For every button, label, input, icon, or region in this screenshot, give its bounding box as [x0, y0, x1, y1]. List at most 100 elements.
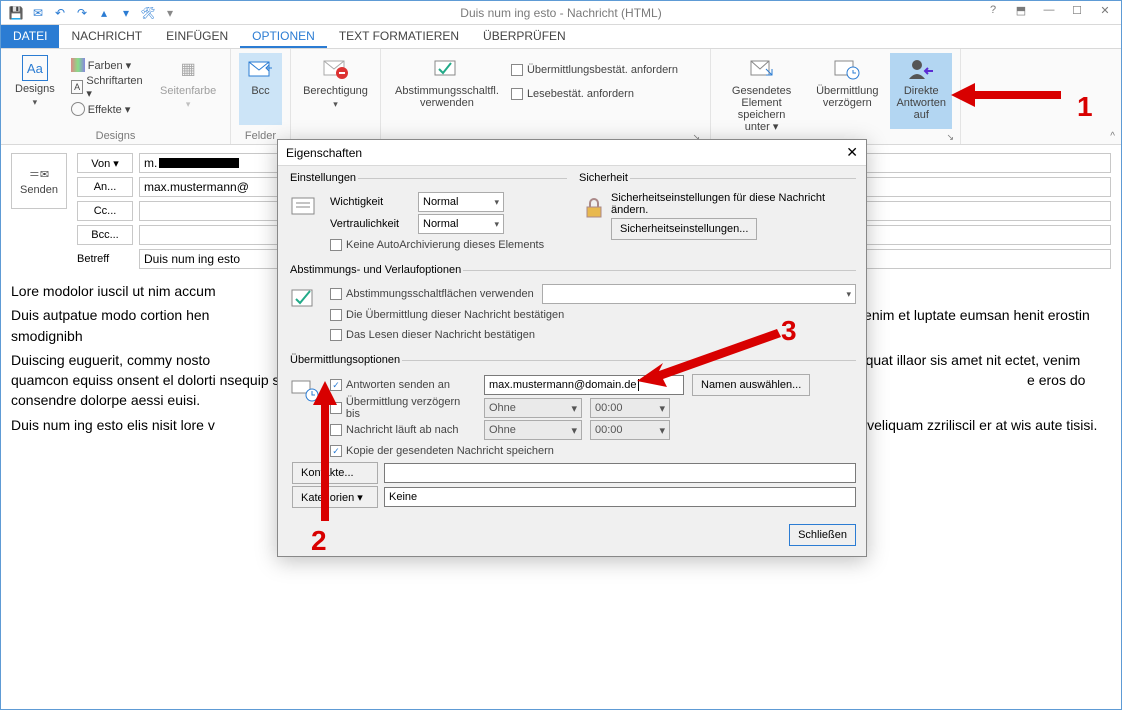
expire-time-select[interactable]: 00:00▾	[590, 420, 670, 440]
security-settings-button[interactable]: Sicherheitseinstellungen...	[611, 218, 757, 240]
annotation-number-3: 3	[781, 315, 797, 347]
chevron-down-icon: ▾	[659, 424, 665, 437]
titlebar: 💾 ✉ ↶ ↷ ▴ ▾ 🛠 ▾ Duis num ing esto - Nach…	[1, 1, 1121, 25]
importance-select[interactable]: Normal▾	[418, 192, 504, 212]
tab-ueberpruefen[interactable]: ÜBERPRÜFEN	[471, 25, 578, 48]
save-copy-checkbox[interactable]: ✓Kopie der gesendeten Nachricht speicher…	[330, 442, 554, 460]
collapse-ribbon-icon[interactable]: ^	[1110, 131, 1115, 142]
vote-icon	[433, 55, 461, 83]
read-receipt-checkbox[interactable]: Lesebestät. anfordern	[511, 85, 678, 103]
no-autoarchive-checkbox[interactable]: Keine AutoArchivierung dieses Elements	[330, 236, 544, 254]
expires-checkbox[interactable]: Nachricht läuft ab nach	[330, 421, 476, 439]
subject-label: Betreff	[77, 249, 133, 269]
categories-button[interactable]: Kategorien ▾	[292, 486, 378, 508]
designs-button[interactable]: Aa Designs ▾	[9, 53, 61, 119]
settings-icon	[288, 194, 322, 222]
seitenfarbe-button[interactable]: ▦ Seitenfarbe ▾	[154, 53, 222, 119]
tab-datei[interactable]: DATEI	[1, 25, 59, 48]
delivery-icon	[288, 376, 322, 404]
categories-input: Keine	[384, 487, 856, 507]
bcc-button[interactable]: Bcc	[239, 53, 282, 125]
permission-icon	[322, 55, 350, 83]
reply-to-checkbox[interactable]: ✓Antworten senden an	[330, 376, 476, 394]
cc-button[interactable]: Cc...	[77, 201, 133, 221]
group-launcher-icon[interactable]: ↘	[946, 132, 956, 142]
designs-icon: Aa	[22, 55, 48, 81]
dialog-close-icon[interactable]: ✕	[846, 144, 858, 161]
tab-einfuegen[interactable]: EINFÜGEN	[154, 25, 240, 48]
lock-icon	[577, 194, 611, 222]
tools-icon[interactable]: 🛠	[139, 4, 157, 22]
schriftarten-button[interactable]: ASchriftarten ▾	[67, 77, 148, 97]
delay-time-select[interactable]: 00:00▾	[590, 398, 670, 418]
tab-textformatieren[interactable]: TEXT FORMATIEREN	[327, 25, 471, 48]
delivery-confirm-checkbox[interactable]: Die Übermittlung dieser Nachricht bestät…	[330, 306, 564, 324]
effekte-button[interactable]: Effekte ▾	[67, 99, 148, 119]
delay-delivery-checkbox[interactable]: Übermittlung verzögern bis	[330, 399, 476, 417]
save-icon[interactable]: 💾	[7, 4, 25, 22]
undo-icon[interactable]: ↶	[51, 4, 69, 22]
delay-icon	[833, 55, 861, 83]
ribbon: Aa Designs ▾ Farben ▾ ASchriftarten ▾ Ef…	[1, 49, 1121, 145]
importance-label: Wichtigkeit	[330, 196, 410, 208]
settings-fieldset: Einstellungen Wichtigkeit Normal▾ Vertra…	[288, 172, 567, 258]
abstimmung-button[interactable]: Abstimmungsschaltfl. verwenden	[389, 53, 505, 111]
send-button[interactable]: ＝✉ Senden	[11, 153, 67, 209]
contacts-button[interactable]: Kontakte...	[292, 462, 378, 484]
close-icon[interactable]: ✕	[1095, 4, 1115, 17]
chevron-down-icon: ▾	[571, 424, 577, 437]
select-names-button[interactable]: Namen auswählen...	[692, 374, 810, 396]
farben-button[interactable]: Farben ▾	[67, 55, 148, 75]
voting-tracking-fieldset: Abstimmungs- und Verlaufoptionen Abstimm…	[288, 264, 856, 348]
security-fieldset: Sicherheit Sicherheitseinstellungen für …	[577, 172, 856, 258]
redacted-bar	[159, 158, 239, 168]
save-sent-icon	[748, 55, 776, 83]
sensitivity-select[interactable]: Normal▾	[418, 214, 504, 234]
group-felder: Bcc Felder	[231, 49, 291, 144]
redo-icon[interactable]: ↷	[73, 4, 91, 22]
send-envelope-icon: ＝✉	[29, 166, 49, 182]
tab-optionen[interactable]: OPTIONEN	[240, 25, 327, 48]
to-button[interactable]: An...	[77, 177, 133, 197]
read-confirm-checkbox[interactable]: Das Lesen dieser Nachricht bestätigen	[330, 326, 535, 344]
bcc-button[interactable]: Bcc...	[77, 225, 133, 245]
send-icon[interactable]: ✉	[29, 4, 47, 22]
annotation-number-1: 1	[1077, 91, 1093, 123]
qat-customize-icon[interactable]: ▾	[161, 4, 179, 22]
dialog-title: Eigenschaften	[286, 146, 362, 160]
from-button[interactable]: Von ▾	[77, 153, 133, 173]
contacts-input[interactable]	[384, 463, 856, 483]
direct-replies-icon	[907, 55, 935, 83]
fonts-icon: A	[71, 80, 84, 94]
expire-date-select[interactable]: Ohne▾	[484, 420, 582, 440]
chevron-down-icon: ▾	[659, 402, 665, 415]
tab-nachricht[interactable]: NACHRICHT	[59, 25, 154, 48]
ribbon-tabs: DATEI NACHRICHT EINFÜGEN OPTIONEN TEXT F…	[1, 25, 1121, 49]
window-controls: ? ⬒ — ☐ ✕	[983, 4, 1115, 17]
delay-date-select[interactable]: Ohne▾	[484, 398, 582, 418]
reply-to-input[interactable]: max.mustermann@domain.de	[484, 375, 684, 395]
dialog-titlebar: Eigenschaften ✕	[278, 140, 866, 166]
app-window: 💾 ✉ ↶ ↷ ▴ ▾ 🛠 ▾ Duis num ing esto - Nach…	[0, 0, 1122, 710]
group-weitere-optionen: Gesendetes Element speichern unter ▾ Übe…	[711, 49, 961, 144]
minimize-icon[interactable]: —	[1039, 4, 1059, 17]
delivery-receipt-checkbox[interactable]: Übermittlungsbestät. anfordern	[511, 61, 678, 79]
group-berechtigung: Berechtigung ▾	[291, 49, 381, 144]
save-sent-button[interactable]: Gesendetes Element speichern unter ▾	[719, 53, 804, 135]
down-icon[interactable]: ▾	[117, 4, 135, 22]
close-button[interactable]: Schließen	[789, 524, 856, 546]
voting-options-select[interactable]: ▾	[542, 284, 856, 304]
delay-delivery-button[interactable]: Übermittlung verzögern	[810, 53, 884, 135]
maximize-icon[interactable]: ☐	[1067, 4, 1087, 17]
up-icon[interactable]: ▴	[95, 4, 113, 22]
group-verlauf: Abstimmungsschaltfl. verwenden Übermittl…	[381, 49, 711, 144]
berechtigung-button[interactable]: Berechtigung ▾	[299, 53, 372, 112]
security-text: Sicherheitseinstellungen für diese Nachr…	[611, 192, 856, 216]
group-designs: Aa Designs ▾ Farben ▾ ASchriftarten ▾ Ef…	[1, 49, 231, 144]
direct-replies-button[interactable]: Direkte Antworten auf	[890, 53, 952, 129]
colors-icon	[71, 58, 85, 72]
ribbon-toggle-icon[interactable]: ⬒	[1011, 4, 1031, 17]
voting-buttons-checkbox[interactable]: Abstimmungsschaltflächen verwenden	[330, 285, 534, 303]
chevron-down-icon: ▾	[846, 289, 851, 300]
help-icon[interactable]: ?	[983, 4, 1003, 17]
